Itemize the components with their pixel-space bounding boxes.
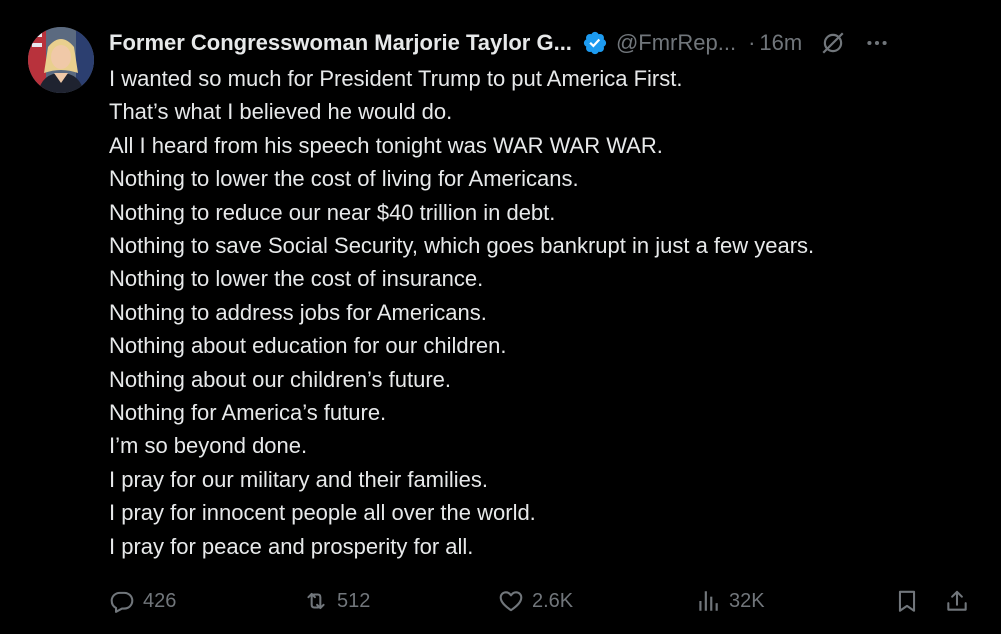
verified-badge-icon (583, 31, 607, 55)
tweet-text-line: Nothing to reduce our near $40 trillion … (109, 199, 556, 225)
bookmark-button[interactable] (894, 586, 920, 616)
display-name[interactable]: Former Congresswoman Marjorie Taylor G..… (109, 30, 572, 56)
heart-icon (499, 591, 523, 612)
more-icon[interactable] (864, 30, 890, 56)
tweet-text-line: I pray for our military and their famili… (109, 466, 489, 492)
reply-button[interactable]: 426 (109, 586, 176, 616)
avatar-image (28, 27, 94, 93)
reply-count: 426 (143, 589, 177, 612)
avatar[interactable] (28, 27, 94, 93)
tweet-text-line: Nothing to lower the cost of living for … (109, 166, 579, 192)
share-icon (947, 590, 967, 611)
tweet-text-line: Nothing for America’s future. (109, 400, 387, 426)
handle[interactable]: @FmrRep... (616, 30, 736, 56)
repost-button[interactable]: 512 (303, 586, 370, 616)
like-count: 2.6K (532, 589, 574, 612)
views-button[interactable]: 32K (695, 586, 765, 616)
views-icon (699, 591, 718, 611)
tweet-text-line: I’m so beyond done. (109, 433, 308, 459)
share-button[interactable] (944, 586, 970, 616)
tweet-text-line: Nothing about our children’s future. (109, 366, 452, 392)
separator-dot: · (748, 30, 756, 55)
action-bar: 426 512 2.6K 32K (109, 586, 979, 616)
timestamp[interactable]: 16m (759, 30, 802, 56)
tweet-text-line: I wanted so much for President Trump to … (109, 66, 683, 91)
repost-count: 512 (337, 589, 371, 612)
tweet-text-line: Nothing to save Social Security, which g… (109, 233, 815, 259)
tweet-text-line: Nothing about education for our children… (109, 333, 507, 359)
tweet-text-line: I pray for peace and prosperity for all. (109, 533, 474, 559)
tweet-text-line: All I heard from his speech tonight was … (109, 132, 663, 158)
tweet[interactable]: Former Congresswoman Marjorie Taylor G..… (0, 0, 1001, 634)
tweet-text-line: I pray for innocent people all over the … (109, 500, 536, 526)
tweet-header: Former Congresswoman Marjorie Taylor G..… (109, 28, 981, 58)
like-button[interactable]: 2.6K (498, 586, 573, 616)
tweet-text-line: Nothing to address jobs for Americans. (109, 299, 487, 325)
tweet-text-line: Nothing to lower the cost of insurance. (109, 266, 484, 292)
reply-icon (110, 591, 134, 613)
repost-icon (307, 592, 325, 610)
bookmark-icon (898, 590, 916, 612)
tweet-text: I wanted so much for President Trump to … (109, 62, 989, 563)
grok-icon[interactable] (820, 30, 846, 56)
views-count: 32K (729, 589, 765, 612)
tweet-text-line: That’s what I believed he would do. (109, 99, 453, 125)
